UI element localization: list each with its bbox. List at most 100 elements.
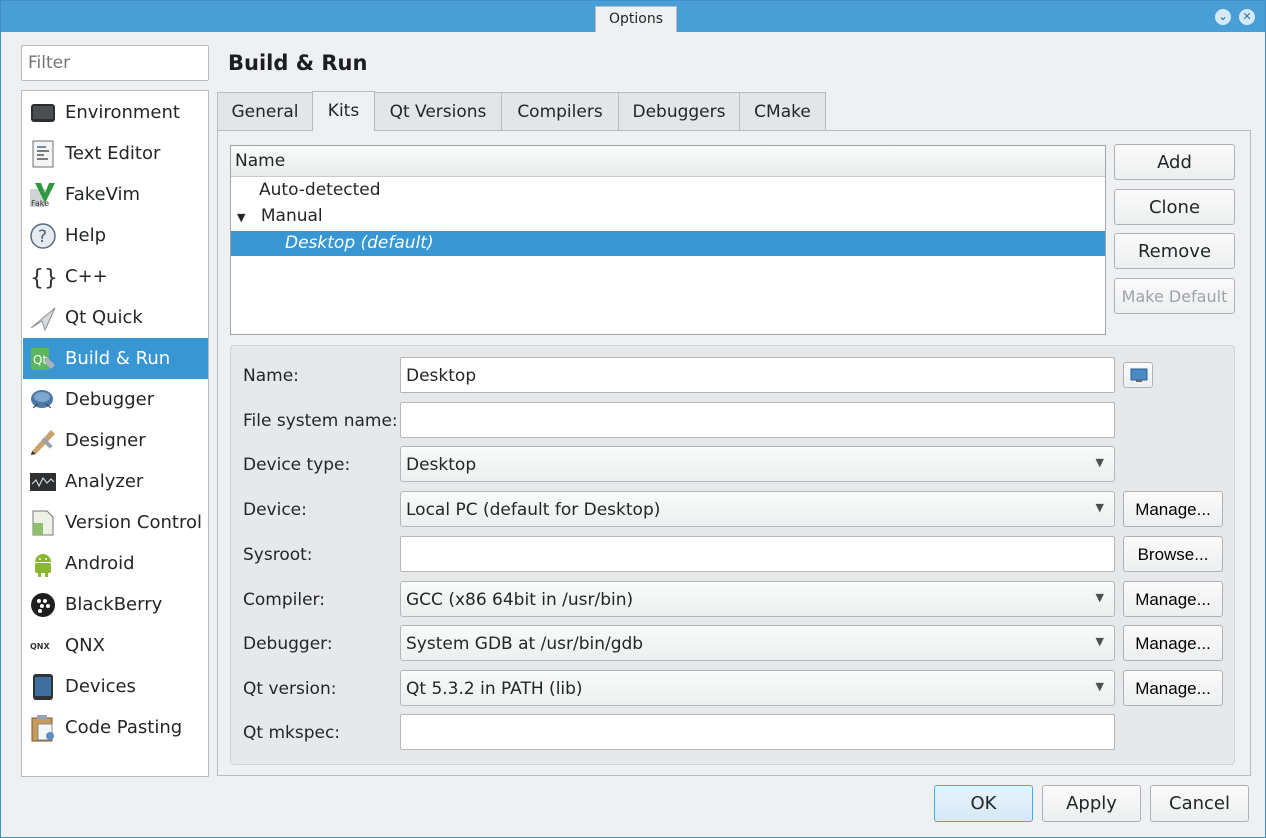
add-button[interactable]: Add xyxy=(1114,144,1235,180)
compiler-value: GCC (x86 64bit in /usr/bin) xyxy=(406,590,634,610)
tab-general[interactable]: General xyxy=(217,92,313,131)
debugger-select[interactable]: System GDB at /usr/bin/gdb ▼ xyxy=(400,625,1115,661)
remove-button[interactable]: Remove xyxy=(1114,233,1235,269)
clone-button[interactable]: Clone xyxy=(1114,189,1235,225)
debugger-manage-button[interactable]: Manage... xyxy=(1123,625,1223,661)
close-icon[interactable]: ✕ xyxy=(1239,9,1255,25)
apply-button[interactable]: Apply xyxy=(1042,785,1141,822)
svg-text:Qt: Qt xyxy=(33,353,47,367)
tree-item-desktop-default[interactable]: Desktop (default) xyxy=(231,231,1105,256)
sidebar-item-text-editor[interactable]: Text Editor xyxy=(23,133,208,174)
sysroot-field[interactable] xyxy=(400,536,1115,572)
kits-column-header[interactable]: Name xyxy=(231,146,1105,177)
sidebar-item-blackberry[interactable]: BlackBerry xyxy=(23,584,208,625)
svg-text:QNX: QNX xyxy=(30,642,50,651)
device-icon xyxy=(29,673,57,701)
sidebar-item-label: C++ xyxy=(65,266,108,287)
sidebar-item-label: Analyzer xyxy=(65,471,144,492)
tab-debuggers[interactable]: Debuggers xyxy=(618,92,740,131)
minimize-icon[interactable]: ⌄ xyxy=(1215,9,1231,25)
sysroot-browse-button[interactable]: Browse... xyxy=(1123,536,1223,572)
page-title: Build & Run xyxy=(228,51,368,75)
device-value: Local PC (default for Desktop) xyxy=(406,500,661,520)
file-system-name-field[interactable] xyxy=(400,402,1115,438)
sidebar-item-label: Qt Quick xyxy=(65,307,143,328)
device-type-label: Device type: xyxy=(243,455,351,475)
sidebar-item-help[interactable]: ? Help xyxy=(23,215,208,256)
window-title: Options xyxy=(595,6,677,32)
device-icon-button[interactable] xyxy=(1123,362,1153,388)
tree-item-label: Manual xyxy=(260,206,323,226)
sidebar-item-code-pasting[interactable]: Code Pasting xyxy=(23,707,208,748)
sidebar-item-label: Debugger xyxy=(65,389,155,410)
help-icon: ? xyxy=(29,222,57,250)
sidebar-item-label: BlackBerry xyxy=(65,594,163,615)
sidebar-item-label: Environment xyxy=(65,102,180,123)
cancel-button[interactable]: Cancel xyxy=(1150,785,1249,822)
chevron-down-icon: ▼ xyxy=(1095,591,1104,604)
name-label: Name: xyxy=(243,366,299,386)
sidebar-item-qnx[interactable]: QNX QNX xyxy=(23,625,208,666)
debugger-value: System GDB at /usr/bin/gdb xyxy=(406,634,644,654)
clipboard-icon xyxy=(29,714,57,742)
title-bar[interactable]: Options ⌄ ✕ xyxy=(1,1,1265,32)
qt-build-icon: Qt xyxy=(29,345,57,373)
compiler-label: Compiler: xyxy=(243,590,325,610)
bug-icon xyxy=(29,386,57,414)
sidebar-item-devices[interactable]: Devices xyxy=(23,666,208,707)
tab-cmake[interactable]: CMake xyxy=(739,92,826,131)
sidebar-item-label: Help xyxy=(65,225,107,246)
sidebar-item-label: FakeVim xyxy=(65,184,141,205)
sidebar-item-debugger[interactable]: Debugger xyxy=(23,379,208,420)
tree-item-auto-detected[interactable]: Auto-detected xyxy=(231,178,1105,203)
tab-kits[interactable]: Kits xyxy=(312,91,375,131)
sidebar-item-label: Build & Run xyxy=(65,348,171,369)
device-select[interactable]: Local PC (default for Desktop) ▼ xyxy=(400,491,1115,527)
device-type-value: Desktop xyxy=(406,455,477,475)
qt-mkspec-field[interactable] xyxy=(400,714,1115,750)
tree-item-manual[interactable]: ▼ Manual xyxy=(231,204,1105,229)
sidebar-item-fakevim[interactable]: Fake FakeVim xyxy=(23,174,208,215)
designer-icon xyxy=(29,427,57,455)
make-default-button[interactable]: Make Default xyxy=(1114,278,1235,314)
qt-version-select[interactable]: Qt 5.3.2 in PATH (lib) ▼ xyxy=(400,670,1115,706)
sidebar-item-designer[interactable]: Designer xyxy=(23,420,208,461)
device-manage-button[interactable]: Manage... xyxy=(1123,491,1223,527)
sidebar-item-version-control[interactable]: Version Control xyxy=(23,502,208,543)
name-field[interactable]: Desktop xyxy=(400,357,1115,393)
sidebar-item-analyzer[interactable]: Analyzer xyxy=(23,461,208,502)
analyzer-icon xyxy=(29,468,57,496)
sidebar-item-qt-quick[interactable]: Qt Quick xyxy=(23,297,208,338)
compiler-select[interactable]: GCC (x86 64bit in /usr/bin) ▼ xyxy=(400,581,1115,617)
fakevim-icon: Fake xyxy=(29,181,57,209)
device-label: Device: xyxy=(243,500,307,520)
chevron-down-icon: ▼ xyxy=(1095,635,1104,648)
sysroot-label: Sysroot: xyxy=(243,545,313,565)
sidebar-item-android[interactable]: Android xyxy=(23,543,208,584)
sidebar-item-label: Code Pasting xyxy=(65,717,183,738)
tree-item-label: Desktop (default) xyxy=(285,233,434,253)
filter-input[interactable] xyxy=(21,45,209,81)
compiler-manage-button[interactable]: Manage... xyxy=(1123,581,1223,617)
tab-compilers[interactable]: Compilers xyxy=(501,92,619,131)
options-window: Options ⌄ ✕ Environment Text Editor Fake… xyxy=(0,0,1266,838)
qnx-icon: QNX xyxy=(29,632,57,660)
qt-mkspec-label: Qt mkspec: xyxy=(243,723,341,743)
braces-icon: {} xyxy=(29,263,57,291)
ok-button[interactable]: OK xyxy=(934,785,1033,822)
version-control-icon xyxy=(29,509,57,537)
tab-qt-versions[interactable]: Qt Versions xyxy=(374,92,502,131)
file-system-name-label: File system name: xyxy=(243,411,398,431)
debugger-label: Debugger: xyxy=(243,634,333,654)
blackberry-icon xyxy=(29,591,57,619)
android-icon xyxy=(29,550,57,578)
expand-arrow-icon[interactable]: ▼ xyxy=(237,211,245,224)
sidebar-item-build-run[interactable]: Qt Build & Run xyxy=(23,338,208,379)
kits-tree[interactable]: Name Auto-detected ▼ Manual Desktop (def… xyxy=(230,145,1106,335)
category-sidebar: Environment Text Editor Fake FakeVim ? H… xyxy=(21,90,209,777)
qt-version-manage-button[interactable]: Manage... xyxy=(1123,670,1223,706)
sidebar-item-environment[interactable]: Environment xyxy=(23,92,208,133)
sidebar-item-cpp[interactable]: {} C++ xyxy=(23,256,208,297)
sidebar-item-label: Text Editor xyxy=(65,143,161,164)
device-type-select[interactable]: Desktop ▼ xyxy=(400,446,1115,482)
